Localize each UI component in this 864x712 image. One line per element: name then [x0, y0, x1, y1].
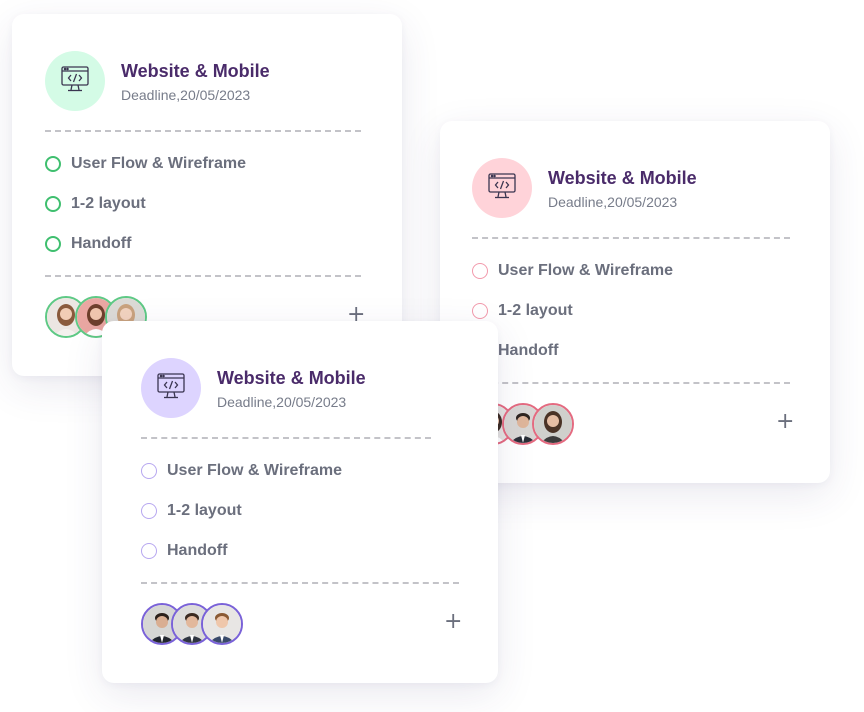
task-item[interactable]: Handoff: [45, 233, 131, 255]
task-item[interactable]: User Flow & Wireframe: [141, 460, 342, 482]
checkbox[interactable]: [45, 196, 61, 212]
add-member-button[interactable]: +: [444, 611, 462, 633]
task-label: Handoff: [167, 542, 228, 559]
avatar[interactable]: [532, 403, 574, 445]
task-label: 1-2 layout: [498, 302, 573, 319]
code-monitor-icon: [486, 170, 518, 207]
task-label: User Flow & Wireframe: [71, 155, 247, 172]
checkbox[interactable]: [141, 503, 157, 519]
task-item[interactable]: User Flow & Wireframe: [45, 153, 246, 175]
task-label: Handoff: [71, 235, 132, 252]
task-item[interactable]: 1-2 layout: [45, 193, 146, 215]
checkbox[interactable]: [472, 303, 488, 319]
task-item[interactable]: User Flow & Wireframe: [472, 260, 673, 282]
divider: [45, 130, 361, 132]
divider: [141, 582, 459, 584]
checkbox[interactable]: [141, 463, 157, 479]
task-label: User Flow & Wireframe: [498, 262, 674, 279]
task-label: 1-2 layout: [71, 195, 146, 212]
project-title: Website & Mobile: [217, 368, 366, 388]
code-monitor-icon: [155, 370, 187, 407]
checkbox[interactable]: [45, 156, 61, 172]
checkbox[interactable]: [141, 543, 157, 559]
project-deadline: Deadline,20/05/2023: [548, 194, 678, 210]
avatar[interactable]: [201, 603, 243, 645]
task-label: User Flow & Wireframe: [167, 462, 343, 479]
avatar-group: [141, 603, 243, 645]
divider: [141, 437, 431, 439]
add-member-button[interactable]: +: [776, 411, 794, 433]
task-item[interactable]: Handoff: [141, 540, 227, 562]
project-title: Website & Mobile: [121, 61, 270, 81]
divider: [472, 237, 790, 239]
project-icon-badge: [472, 158, 532, 218]
code-monitor-icon: [59, 63, 91, 100]
project-icon-badge: [141, 358, 201, 418]
project-card-pink[interactable]: Website & Mobile Deadline,20/05/2023 Use…: [440, 121, 830, 483]
task-item[interactable]: 1-2 layout: [141, 500, 242, 522]
project-deadline: Deadline,20/05/2023: [121, 87, 251, 103]
divider: [45, 275, 361, 277]
checkbox[interactable]: [472, 263, 488, 279]
task-label: Handoff: [498, 342, 559, 359]
checkbox[interactable]: [45, 236, 61, 252]
project-card-purple[interactable]: Website & Mobile Deadline,20/05/2023 Use…: [102, 321, 498, 683]
project-deadline: Deadline,20/05/2023: [217, 394, 347, 410]
task-label: 1-2 layout: [167, 502, 242, 519]
divider: [472, 382, 790, 384]
task-item[interactable]: 1-2 layout: [472, 300, 573, 322]
project-icon-badge: [45, 51, 105, 111]
project-title: Website & Mobile: [548, 168, 697, 188]
